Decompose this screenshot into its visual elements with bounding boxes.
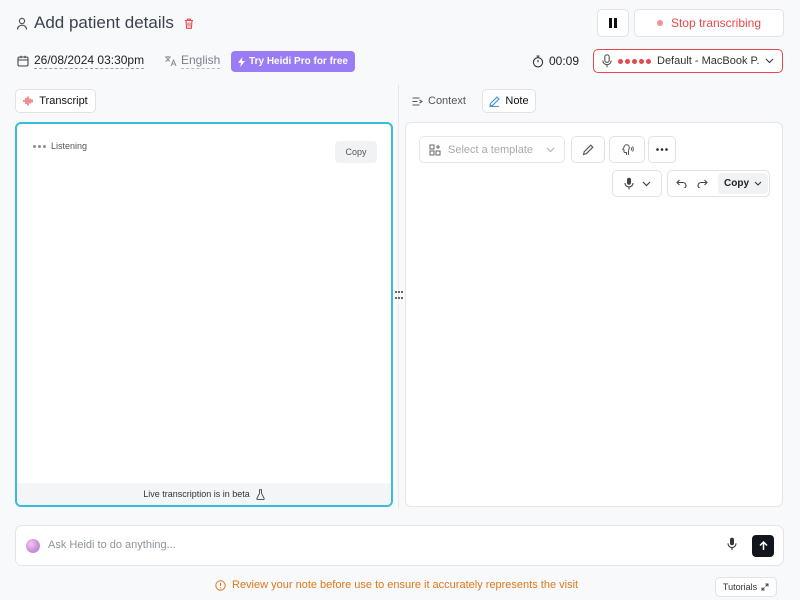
datetime-value: 26/08/2024 03:30pm — [34, 53, 145, 69]
review-notice-label: Review your note before use to ensure it… — [232, 579, 579, 591]
tab-note[interactable]: Note — [482, 89, 536, 113]
tutorials-label: Tutorials — [722, 582, 758, 592]
voice-head-icon — [620, 143, 634, 156]
stop-transcribing-button[interactable]: Stop transcribing — [634, 9, 784, 37]
beta-notice: Live transcription is in beta — [17, 483, 391, 505]
pause-icon — [609, 18, 617, 28]
session-datetime[interactable]: 26/08/2024 03:30pm — [17, 52, 145, 70]
stopwatch-icon — [532, 54, 544, 68]
tab-context[interactable]: Context — [412, 89, 466, 113]
audio-level-meter — [618, 58, 651, 64]
chevron-down-icon — [546, 147, 555, 153]
copy-note-label: Copy — [724, 178, 749, 189]
input-device-name: Default - MacBook P... — [657, 55, 759, 67]
language-value: English — [181, 53, 221, 69]
ask-heidi-input[interactable]: Ask Heidi to do anything... — [48, 539, 176, 551]
template-placeholder: Select a template — [448, 143, 533, 156]
copy-transcript-button[interactable]: Copy — [335, 141, 377, 163]
review-notice: Review your note before use to ensure it… — [215, 579, 578, 591]
template-select[interactable]: Select a template — [419, 136, 565, 163]
try-pro-button[interactable]: Try Heidi Pro for free — [231, 51, 355, 72]
resize-handle[interactable] — [395, 291, 403, 301]
more-horizontal-icon — [656, 148, 668, 151]
chevron-down-icon — [642, 181, 651, 187]
microphone-icon — [602, 54, 612, 68]
heidi-orb-icon — [26, 539, 40, 553]
tutorials-button[interactable]: Tutorials — [715, 577, 777, 597]
beta-notice-label: Live transcription is in beta — [143, 489, 250, 499]
redo-icon[interactable] — [697, 179, 708, 188]
session-timer: 00:09 — [532, 53, 579, 69]
copy-note-dropdown[interactable]: Copy — [718, 173, 768, 194]
undo-icon[interactable] — [676, 179, 687, 188]
page-title-row: Add patient details — [16, 12, 194, 34]
language-selector[interactable]: English — [164, 52, 221, 70]
dictate-button[interactable] — [609, 136, 645, 163]
microphone-icon[interactable] — [727, 537, 737, 551]
flask-icon — [256, 488, 265, 500]
listening-label: Listening — [51, 141, 88, 151]
input-device-select[interactable]: Default - MacBook P... — [593, 49, 783, 73]
note-mic-select[interactable] — [612, 170, 662, 197]
pencil-icon — [582, 143, 594, 156]
try-pro-label: Try Heidi Pro for free — [249, 56, 348, 67]
ask-heidi-bar: Ask Heidi to do anything... — [15, 525, 784, 566]
edit-template-button[interactable] — [571, 136, 605, 163]
page-title[interactable]: Add patient details — [34, 13, 174, 33]
template-blocks-icon — [429, 144, 441, 156]
note-panel[interactable]: Select a template Copy — [405, 122, 783, 507]
ellipsis-icon — [33, 144, 46, 148]
send-button[interactable] — [752, 535, 774, 557]
recording-dot-icon — [656, 20, 663, 26]
pencil-icon — [489, 95, 501, 107]
context-lines-icon — [412, 96, 423, 106]
tab-transcript[interactable]: Transcript — [15, 89, 96, 113]
expand-icon — [761, 583, 769, 591]
tab-transcript-label: Transcript — [39, 95, 88, 107]
warning-circle-icon — [215, 579, 226, 591]
listening-status: Listening — [33, 141, 87, 151]
tab-note-label: Note — [505, 95, 529, 107]
waveform-icon — [23, 96, 34, 106]
trash-icon[interactable] — [184, 18, 194, 29]
chevron-down-icon — [765, 58, 774, 64]
chevron-down-icon — [754, 181, 762, 186]
timer-value: 00:09 — [549, 54, 580, 68]
microphone-icon — [623, 177, 634, 190]
tab-context-label: Context — [428, 95, 466, 107]
more-options-button[interactable] — [648, 136, 676, 163]
transcript-panel[interactable]: Listening Copy Live transcription is in … — [15, 122, 393, 507]
arrow-up-icon — [758, 541, 768, 551]
stop-transcribing-label: Stop transcribing — [670, 16, 762, 30]
pause-button[interactable] — [597, 9, 629, 37]
note-edit-toolbar: Copy — [667, 170, 770, 197]
user-icon — [16, 17, 28, 30]
lightning-icon — [238, 56, 246, 67]
translate-icon — [164, 55, 177, 67]
calendar-icon — [17, 55, 29, 67]
